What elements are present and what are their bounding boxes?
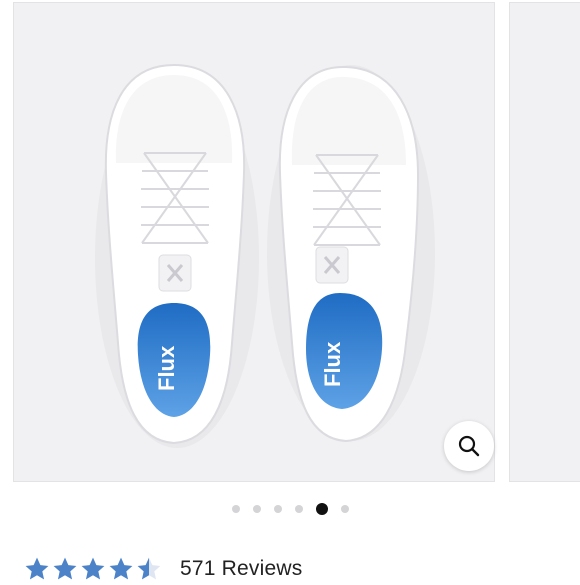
- star-half-icon: [137, 557, 161, 580]
- product-photo-shoes: Flux Flux: [95, 63, 435, 448]
- pagination-dot[interactable]: [273, 505, 282, 513]
- star-full-icon: [53, 557, 77, 580]
- next-product-image-slide[interactable]: [509, 2, 580, 482]
- pagination-dot[interactable]: [252, 505, 261, 513]
- right-shoe: [267, 65, 435, 443]
- star-full-icon: [109, 557, 133, 580]
- product-image-slide[interactable]: Flux Flux: [13, 2, 495, 482]
- zoom-button[interactable]: [444, 421, 494, 471]
- carousel-pagination: [0, 503, 580, 515]
- right-insole-brand-text: Flux: [320, 341, 345, 387]
- pagination-dot[interactable]: [315, 503, 328, 515]
- pagination-dot[interactable]: [294, 505, 303, 513]
- magnifier-icon: [458, 435, 480, 457]
- reviews-link[interactable]: 571 Reviews: [180, 557, 302, 581]
- star-rating: [24, 556, 162, 582]
- left-insole-brand-text: Flux: [154, 345, 179, 391]
- pagination-dot[interactable]: [231, 505, 240, 513]
- star-full-icon: [81, 557, 105, 580]
- star-full-icon: [25, 557, 49, 580]
- pagination-dot[interactable]: [340, 505, 349, 513]
- rating-summary: 571 Reviews: [24, 553, 302, 585]
